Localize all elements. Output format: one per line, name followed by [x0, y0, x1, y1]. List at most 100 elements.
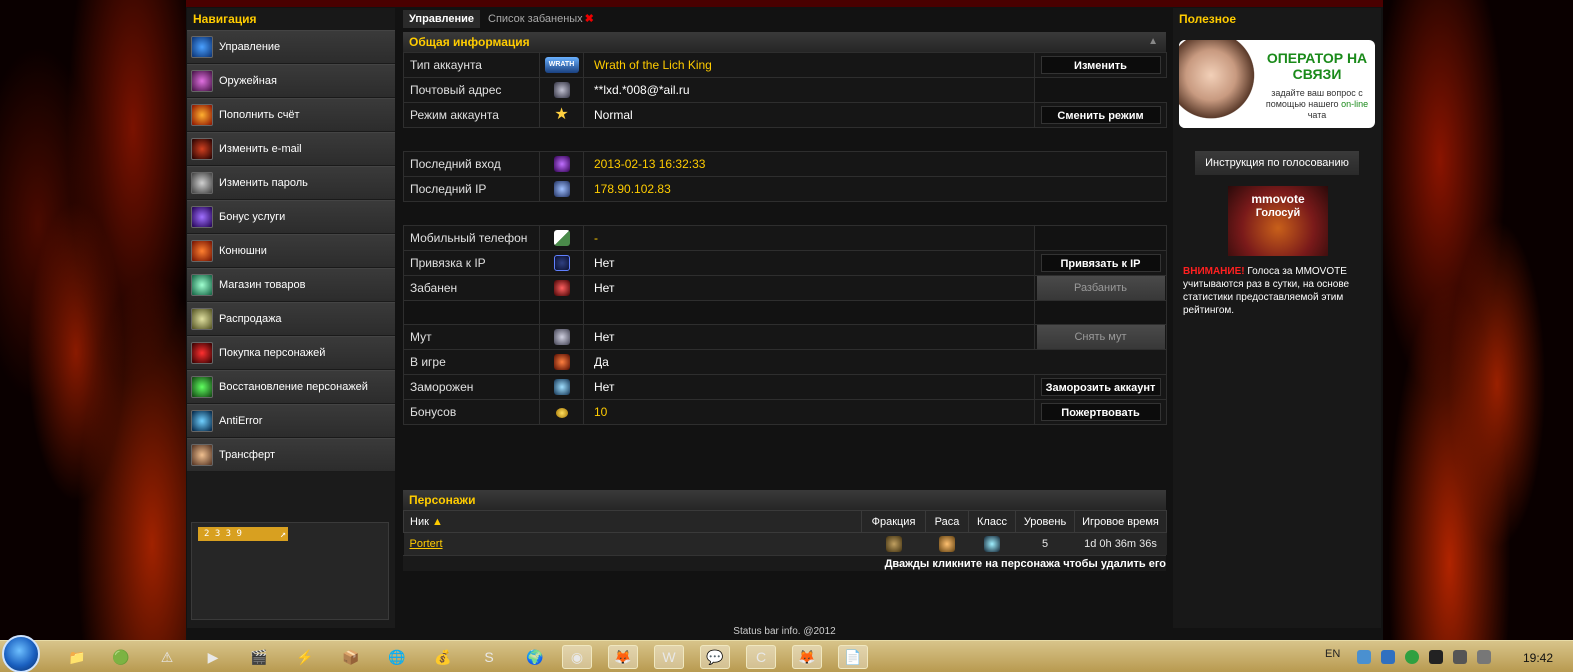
operator-chat-banner[interactable]: ОПЕРАТОР НА СВЯЗИ задайте ваш вопрос с п… [1179, 40, 1375, 128]
nav-item-label: Управление [219, 41, 281, 53]
network-icon[interactable] [1453, 650, 1467, 664]
warning-triangle-icon[interactable]: ⚠ [152, 645, 182, 669]
close-icon[interactable]: ✖ [585, 13, 594, 25]
box-icon[interactable]: 📦 [336, 645, 366, 669]
field-label: Тип аккаунта [403, 52, 540, 78]
unban-button[interactable]: Разбанить [1036, 276, 1165, 300]
column-race[interactable]: Раса [925, 510, 969, 533]
nav-item-management[interactable]: Управление [187, 30, 395, 64]
tray-app-icon[interactable] [1405, 650, 1419, 664]
start-button[interactable] [2, 635, 40, 672]
money-bag-icon[interactable]: 💰 [428, 645, 458, 669]
race-icon [939, 535, 955, 552]
visitor-counter[interactable]: 2 3 3 9 ↗ [198, 527, 288, 541]
tab-bar: Управление Список забаненых ✖ [403, 8, 1166, 28]
nav-item-change-password[interactable]: Изменить пароль [187, 166, 395, 200]
row-phone: Мобильный телефон - [403, 225, 1167, 251]
swirl-icon [191, 410, 213, 432]
column-nick[interactable]: Ник ▲ [403, 510, 862, 533]
explorer-icon[interactable]: 📁 [62, 645, 92, 669]
field-label: Последний вход [403, 151, 540, 177]
counter-widget: 2 3 3 9 ↗ [191, 522, 389, 620]
phone-value: - [583, 225, 1035, 251]
row-email: Почтовый адрес **lxd.*008@*ail.ru [403, 77, 1167, 103]
field-label: Привязка к IP [403, 250, 540, 276]
notepad-icon[interactable]: 📄 [838, 645, 868, 669]
firefox-icon[interactable]: 🦊 [792, 645, 822, 669]
firefox-icon[interactable]: 🦊 [608, 645, 638, 669]
change-mode-button[interactable]: Сменить режим [1040, 106, 1161, 124]
unmute-button[interactable]: Снять мут [1036, 325, 1165, 349]
language-indicator[interactable]: EN [1325, 648, 1340, 660]
torrent-icon[interactable]: 🟢 [106, 645, 136, 669]
field-label: Мут [403, 324, 540, 350]
column-level[interactable]: Уровень [1015, 510, 1075, 533]
star-icon: ★ [554, 106, 569, 123]
nav-item-label: Оружейная [219, 75, 277, 87]
nav-item-top-up[interactable]: Пополнить счёт [187, 98, 395, 132]
wow-icon[interactable]: W [654, 645, 684, 669]
field-label: Заморожен [403, 374, 540, 400]
column-class[interactable]: Класс [968, 510, 1016, 533]
nav-item-buy-characters[interactable]: Покупка персонажей [187, 336, 395, 370]
skype-icon[interactable]: S [474, 645, 504, 669]
wrath-logo-icon: WRATH [544, 57, 579, 73]
nav-item-restore-characters[interactable]: Восстановление персонажей [187, 370, 395, 404]
shield-icon [553, 255, 570, 271]
tab-management[interactable]: Управление [403, 10, 481, 28]
flash-icon[interactable]: ⚡ [290, 645, 320, 669]
network-globe-icon[interactable]: 🌍 [520, 645, 550, 669]
coin-icon [555, 407, 568, 418]
column-faction[interactable]: Фракция [861, 510, 926, 533]
character-link[interactable]: Portert [410, 538, 443, 550]
globe-icon[interactable]: 🌐 [382, 645, 412, 669]
alliance-faction-icon [885, 535, 902, 552]
nav-item-change-email[interactable]: Изменить e-mail [187, 132, 395, 166]
mmovote-banner[interactable]: mmovote Голосуй [1228, 186, 1328, 256]
table-row[interactable]: Portert 5 1d 0h 36m 36s [403, 532, 1167, 555]
tab-banned-list[interactable]: Список забаненых ✖ [482, 10, 600, 28]
status-bar: Status bar info. @2012 [733, 626, 836, 637]
demon-icon [191, 342, 213, 364]
class-icon [984, 535, 1000, 552]
visual-studio-icon[interactable]: ▶ [198, 645, 228, 669]
change-account-type-button[interactable]: Изменить [1040, 56, 1161, 74]
operator-photo [1179, 40, 1259, 128]
fire-icon [191, 104, 213, 126]
collapse-icon[interactable]: ▲ [1148, 32, 1158, 52]
app-icon[interactable]: C [746, 645, 776, 669]
characters-section: Персонажи Ник ▲ Фракция Раса Класс Урове… [403, 490, 1167, 571]
section-title: Общая информация [409, 35, 530, 49]
nav-item-stables[interactable]: Конюшни [187, 234, 395, 268]
tray-app-icon[interactable] [1381, 650, 1395, 664]
clock[interactable]: 19:42 [1523, 651, 1553, 665]
nav-item-sale[interactable]: Распродажа [187, 302, 395, 336]
operator-online-text: on-line [1341, 99, 1369, 109]
game-icon [553, 354, 570, 370]
volume-icon[interactable] [1477, 650, 1491, 664]
nav-item-armory[interactable]: Оружейная [187, 64, 395, 98]
tray-app-icon[interactable] [1357, 650, 1371, 664]
field-label: Режим аккаунта [403, 102, 540, 128]
warning-label: ВНИМАНИЕ! [1183, 266, 1245, 277]
chrome-icon[interactable]: ◉ [562, 645, 592, 669]
column-playtime[interactable]: Игровое время [1074, 510, 1167, 533]
donate-button[interactable]: Пожертвовать [1040, 403, 1161, 421]
voting-instructions-button[interactable]: Инструкция по голосованию [1195, 151, 1359, 175]
section-general-info: Общая информация ▲ [403, 32, 1166, 52]
section-title: Персонажи [409, 493, 476, 507]
nav-item-shop[interactable]: Магазин товаров [187, 268, 395, 302]
bind-ip-button[interactable]: Привязать к IP [1040, 254, 1161, 272]
freeze-account-button[interactable]: Заморозить аккаунт [1040, 378, 1161, 396]
last-ip-value: 178.90.102.83 [583, 176, 1167, 202]
media-icon[interactable]: 🎬 [244, 645, 274, 669]
row-account-type: Тип аккаунта WRATH Wrath of the Lich Kin… [403, 52, 1167, 78]
operator-title: ОПЕРАТОР НА СВЯЗИ [1266, 50, 1368, 82]
nav-item-antierror[interactable]: AntiError [187, 404, 395, 438]
nav-item-bonus-services[interactable]: Бонус услуги [187, 200, 395, 234]
portrait-icon [191, 444, 213, 466]
flag-icon[interactable] [1429, 650, 1443, 664]
chat-icon[interactable]: 💬 [700, 645, 730, 669]
horse-icon [191, 240, 213, 262]
nav-item-transfer[interactable]: Трансферт [187, 438, 395, 472]
